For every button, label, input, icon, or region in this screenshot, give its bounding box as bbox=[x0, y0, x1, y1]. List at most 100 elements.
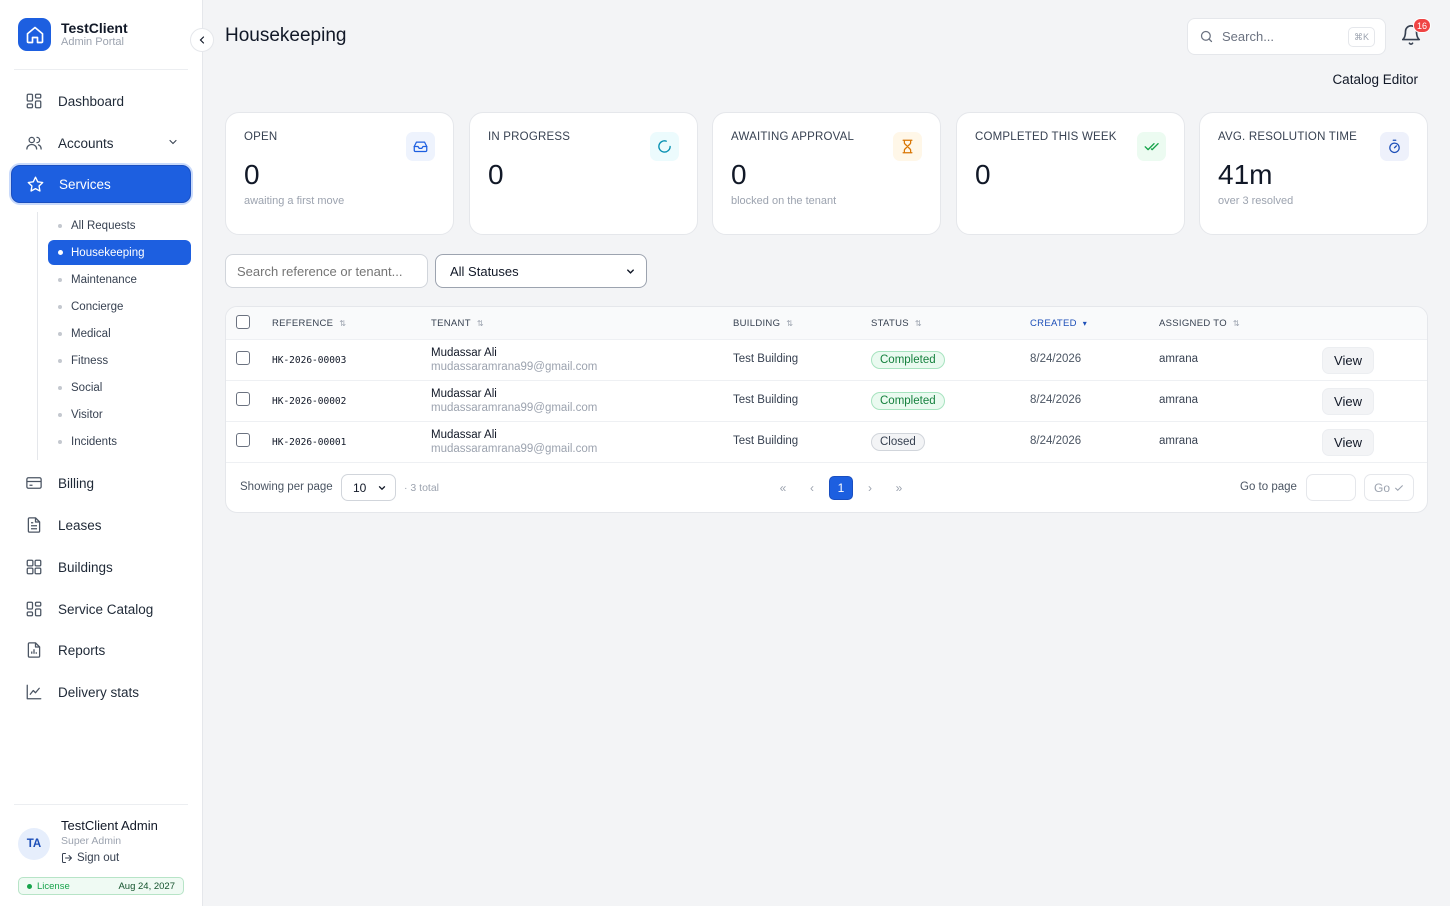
sidebar-item-delivery-stats[interactable]: Delivery stats bbox=[11, 673, 191, 711]
prev-page-button[interactable]: ‹ bbox=[800, 476, 824, 500]
select-all-checkbox[interactable] bbox=[236, 315, 250, 329]
sidebar-item-label: Buildings bbox=[58, 559, 113, 575]
sidebar-item-billing[interactable]: Billing bbox=[11, 464, 191, 502]
star-icon bbox=[24, 173, 46, 195]
stat-value: 0 bbox=[731, 159, 747, 190]
row-checkbox[interactable] bbox=[236, 351, 250, 365]
chevron-down-icon bbox=[627, 268, 634, 274]
go-button[interactable]: Go bbox=[1364, 474, 1414, 501]
tenant-name: Mudassar Ali bbox=[431, 347, 497, 359]
hourglass-icon bbox=[893, 132, 922, 161]
tenant-email: mudassaramrana99@gmail.com bbox=[431, 361, 598, 373]
sign-out-button[interactable]: Sign out bbox=[61, 852, 158, 864]
inbox-icon bbox=[406, 132, 435, 161]
table-header: REFERENCE ⇅ TENANT ⇅ BUILDING ⇅ STATUS ⇅ CRE… bbox=[226, 307, 1427, 340]
submenu-item-visitor[interactable]: Visitor bbox=[48, 402, 191, 427]
first-page-button[interactable]: « bbox=[771, 476, 795, 500]
column-header-created[interactable]: CREATED ▾ bbox=[1030, 318, 1087, 329]
view-button[interactable]: View bbox=[1322, 388, 1374, 415]
submenu-item-social[interactable]: Social bbox=[48, 375, 191, 400]
row-tenant: Mudassar Ali mudassaramrana99@gmail.com bbox=[431, 346, 597, 375]
catalog-editor-link[interactable]: Catalog Editor bbox=[1332, 72, 1418, 87]
submenu-item-maintenance[interactable]: Maintenance bbox=[48, 267, 191, 292]
submenu-item-housekeeping[interactable]: Housekeeping bbox=[48, 240, 191, 265]
view-button[interactable]: View bbox=[1322, 429, 1374, 456]
stat-value: 41m bbox=[1218, 159, 1273, 190]
status-badge: Closed bbox=[871, 433, 925, 451]
sidebar-divider bbox=[14, 69, 188, 70]
table-row[interactable]: HK-2026-00001 Mudassar Ali mudassaramran… bbox=[226, 422, 1427, 463]
submenu-item-concierge[interactable]: Concierge bbox=[48, 294, 191, 319]
stat-card-in-progress: IN PROGRESS 0 bbox=[469, 112, 698, 235]
global-search[interactable]: Search... ⌘K bbox=[1187, 18, 1386, 55]
status-badge: Completed bbox=[871, 351, 945, 369]
view-button[interactable]: View bbox=[1322, 347, 1374, 374]
row-checkbox[interactable] bbox=[236, 392, 250, 406]
table-row[interactable]: HK-2026-00002 Mudassar Ali mudassaramran… bbox=[226, 381, 1427, 422]
stat-subtext: awaiting a first move bbox=[244, 195, 345, 207]
last-page-button[interactable]: » bbox=[887, 476, 911, 500]
sidebar-item-label: Billing bbox=[58, 475, 95, 491]
sidebar-item-buildings[interactable]: Buildings bbox=[11, 548, 191, 586]
license-badge: License Aug 24, 2027 bbox=[18, 877, 184, 895]
sort-icon: ⇅ bbox=[476, 319, 484, 328]
page-button-current[interactable]: 1 bbox=[829, 476, 853, 500]
sidebar-item-reports[interactable]: Reports bbox=[11, 631, 191, 669]
row-checkbox[interactable] bbox=[236, 433, 250, 447]
dashboard-grid-icon bbox=[23, 90, 45, 112]
row-created: 8/24/2026 bbox=[1030, 353, 1082, 365]
row-building: Test Building bbox=[733, 435, 799, 447]
sidebar-item-accounts[interactable]: Accounts bbox=[11, 124, 191, 162]
user-role: Super Admin bbox=[61, 835, 122, 847]
next-page-button[interactable]: › bbox=[858, 476, 882, 500]
sidebar-item-dashboard[interactable]: Dashboard bbox=[11, 82, 191, 120]
check-icon bbox=[1395, 484, 1403, 491]
column-header-tenant[interactable]: TENANT ⇅ bbox=[431, 318, 484, 329]
per-page-select[interactable]: 10 bbox=[341, 474, 396, 501]
report-icon bbox=[23, 639, 45, 661]
sidebar-item-label: Service Catalog bbox=[58, 601, 154, 617]
sidebar-item-label: Delivery stats bbox=[58, 684, 140, 700]
sidebar-collapse-button[interactable] bbox=[190, 28, 214, 52]
column-header-building[interactable]: BUILDING ⇅ bbox=[733, 318, 793, 329]
submenu-item-medical[interactable]: Medical bbox=[48, 321, 191, 346]
sidebar: TestClient Admin Portal Dashboard Accoun… bbox=[0, 0, 203, 906]
submenu-item-fitness[interactable]: Fitness bbox=[48, 348, 191, 373]
column-header-reference[interactable]: REFERENCE ⇅ bbox=[272, 318, 346, 329]
status-filter-select[interactable]: All Statuses bbox=[435, 254, 647, 288]
submenu-item-incidents[interactable]: Incidents bbox=[48, 429, 191, 454]
brand[interactable]: TestClient Admin Portal bbox=[18, 18, 128, 51]
sign-out-label: Sign out bbox=[77, 852, 120, 864]
logout-icon bbox=[62, 853, 72, 863]
table-row[interactable]: HK-2026-00003 Mudassar Ali mudassaramran… bbox=[226, 340, 1427, 381]
sidebar-item-label: Services bbox=[59, 176, 111, 192]
avatar[interactable]: TA bbox=[18, 828, 50, 860]
stat-card-avg-resolution-time: AVG. RESOLUTION TIME 41m over 3 resolved bbox=[1199, 112, 1428, 235]
go-to-page-input[interactable] bbox=[1306, 474, 1356, 501]
column-label: CREATED bbox=[1030, 318, 1077, 329]
per-page-label: Showing per page bbox=[240, 481, 333, 493]
users-icon bbox=[23, 132, 45, 154]
stopwatch-icon bbox=[1380, 132, 1409, 161]
sort-icon: ⇅ bbox=[786, 319, 794, 328]
grid-icon bbox=[23, 556, 45, 578]
sidebar-item-leases[interactable]: Leases bbox=[11, 506, 191, 544]
tenant-email: mudassaramrana99@gmail.com bbox=[431, 443, 598, 455]
column-header-status[interactable]: STATUS ⇅ bbox=[871, 318, 922, 329]
chevron-left-icon bbox=[199, 36, 205, 44]
user-name: TestClient Admin bbox=[61, 818, 158, 833]
stat-value: 0 bbox=[244, 159, 260, 190]
sort-icon: ⇅ bbox=[914, 319, 922, 328]
row-reference: HK-2026-00003 bbox=[272, 355, 347, 366]
sidebar-item-label: Reports bbox=[58, 642, 106, 658]
go-label: Go bbox=[1373, 480, 1390, 495]
submenu-item-all-requests[interactable]: All Requests bbox=[48, 213, 191, 238]
column-header-assigned-to[interactable]: ASSIGNED TO ⇅ bbox=[1159, 318, 1240, 329]
user-profile: TA TestClient Admin Super Admin Sign out bbox=[18, 818, 158, 864]
stat-card-completed-this-week: COMPLETED THIS WEEK 0 bbox=[956, 112, 1185, 235]
table-search-input[interactable] bbox=[225, 254, 428, 288]
sidebar-item-service-catalog[interactable]: Service Catalog bbox=[11, 590, 191, 628]
stat-subtext: over 3 resolved bbox=[1218, 195, 1294, 207]
tenant-email: mudassaramrana99@gmail.com bbox=[431, 402, 598, 414]
sidebar-item-services[interactable]: Services bbox=[11, 165, 191, 203]
